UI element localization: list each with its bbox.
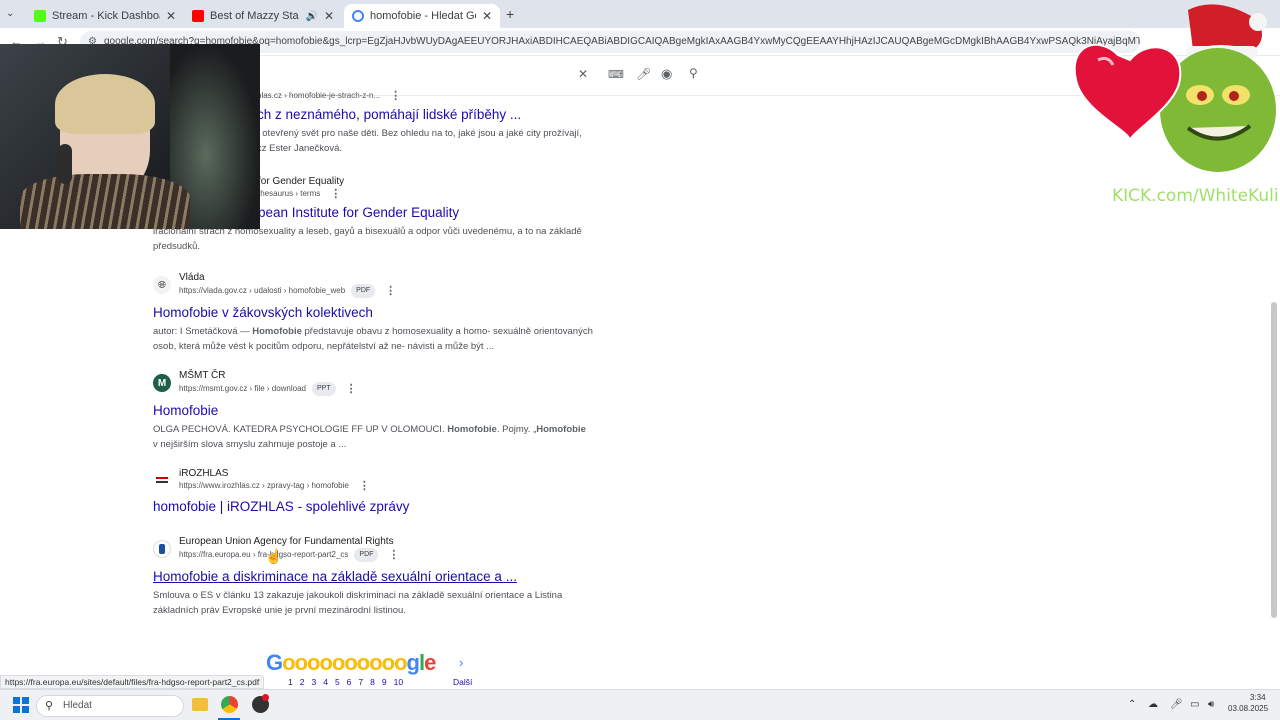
page-number[interactable]: 9 [382,677,387,687]
msmt-logo-icon: M [153,374,171,392]
file-type-badge: PDF [354,548,379,562]
page-number[interactable]: 6 [347,677,352,687]
clear-search-icon[interactable]: ✕ [578,67,588,81]
file-type-badge: PDF [351,284,376,298]
result-url: https://msmt.gov.cz › file › download [179,384,307,393]
result-url: https://fra.europa.eu › fra-hdgso-report… [179,550,349,559]
tab-search-dropdown-icon[interactable]: ⌄ [6,8,14,19]
microphone-icon[interactable]: 🎤︎ [1170,699,1183,710]
speaker-icon[interactable]: 🔊 [305,11,317,22]
page-number[interactable]: 4 [323,677,328,687]
search-icon[interactable]: ⚲ [689,66,698,80]
google-pagination-logo: Goooooooooogle [266,650,436,675]
result-title-link[interactable]: homofobie | iROZHLAS - spolehlivé zprávy [153,498,593,516]
clock-time[interactable]: 3:34 [1250,693,1266,702]
chrome-icon[interactable] [221,696,238,713]
result-source-name: iROZHLAS [179,468,229,479]
page-number: 1 [288,677,293,687]
result-url: https://www.irozhlas.cz › zpravy-tag › h… [179,481,349,490]
link-status-url: https://fra.europa.eu/sites/default/file… [0,675,265,689]
streamer-hair [55,74,155,134]
result-source-name: Vláda [179,272,205,283]
page-number[interactable]: 7 [358,677,363,687]
more-options-icon[interactable]: ⋮ [388,549,399,561]
result-url: https://vlada.gov.cz › udalosti › homofo… [179,286,346,295]
windows-start-icon[interactable] [13,697,29,713]
next-page-chevron-icon[interactable]: › [459,655,463,670]
result-url: thesaurus › terms [258,189,321,198]
lens-icon[interactable]: ◉ [661,66,672,82]
stream-decoration-overlay [1068,0,1280,215]
page-number[interactable]: 3 [311,677,316,687]
result-url: hlas.cz › homofobie-je-strach-z-n... [257,91,381,100]
clock-date[interactable]: 03.08.2025 [1228,704,1268,713]
search-result: European Union Agency for Fundamental Ri… [153,536,593,618]
taskbar-search-input[interactable]: ⚲ Hledat [36,695,184,717]
result-source-name: for Gender Equality [258,176,345,187]
irozhlas-logo-icon [153,471,171,489]
globe-icon: 🌐︎ [153,276,171,294]
close-tab-icon[interactable]: ✕ [166,9,176,23]
result-title-link[interactable]: Homofobie v žákovských kolektivech [153,304,593,322]
more-options-icon[interactable]: ⋮ [346,383,357,395]
onedrive-icon[interactable]: ☁ [1148,699,1158,710]
page-number[interactable]: 10 [394,677,403,687]
kick-channel-watermark: KICK.com/WhiteKuli [1112,186,1279,206]
result-snippet: Smlouva o ES v článku 13 zakazuje jakouk… [153,590,563,616]
page-number[interactable]: 5 [335,677,340,687]
google-favicon-icon [352,10,364,22]
fra-logo-icon [153,540,171,558]
more-options-icon[interactable]: ⋮ [330,188,341,200]
next-page-link[interactable]: Další [453,677,472,687]
kick-favicon-icon [34,10,46,22]
volume-icon[interactable]: 🔊︎ [1208,699,1214,710]
tab-mazzy-star[interactable]: Best of Mazzy Star All Time 🔊 ✕ [184,4,342,28]
search-result: M MŠMT ČR https://msmt.gov.cz › file › d… [153,370,593,452]
recording-badge-icon [262,694,269,701]
tray-chevron-icon[interactable]: ⌃ [1128,699,1136,710]
page-number[interactable]: 8 [370,677,375,687]
microphone-icon[interactable]: 🎤︎ [636,67,651,81]
windows-taskbar: ⚲ Hledat ⌃ ☁ 🎤︎ ▭ 🔊︎ 3:34 03.08.2025 [0,689,1280,720]
result-title-link[interactable]: Homofobie a diskriminace na základě sexu… [153,568,593,586]
youtube-favicon-icon [192,10,204,22]
file-type-badge: PPT [312,382,336,396]
file-explorer-icon[interactable] [192,698,208,711]
search-icon: ⚲ [45,700,54,712]
search-result: 🌐︎ Vláda https://vlada.gov.cz › udalosti… [153,272,593,354]
tab-google-search[interactable]: homofobie - Hledat Googlem ✕ [344,4,500,28]
streamer-shirt [20,174,190,229]
search-result: iROZHLAS https://www.irozhlas.cz › zprav… [153,468,593,516]
result-snippet: OLGA PECHOVÁ. KATEDRA PSYCHOLOGIE FF UP … [153,424,586,450]
grinch-heart-icon [1073,4,1276,172]
keyboard-icon[interactable]: ⌨ [608,68,624,81]
more-options-icon[interactable]: ⋮ [390,90,401,102]
mouse-cursor-icon: ☝ [265,548,283,564]
close-tab-icon[interactable]: ✕ [482,9,492,23]
scrollbar-thumb[interactable] [1271,302,1277,618]
network-icon[interactable]: ▭ [1190,699,1199,710]
page-numbers: 1 2 3 4 5 6 7 8 9 10 [288,677,403,687]
result-source-name: European Union Agency for Fundamental Ri… [179,536,394,547]
result-snippet: autor: I Smetáčková — Homofobie představ… [153,326,593,352]
result-title-link[interactable]: Homofobie [153,402,593,420]
webcam-overlay [0,44,260,229]
page-number[interactable]: 2 [300,677,305,687]
close-tab-icon[interactable]: ✕ [324,9,334,23]
result-source-name: MŠMT ČR [179,370,226,381]
new-tab-icon[interactable]: + [506,6,514,22]
more-options-icon[interactable]: ⋮ [385,285,396,297]
pagination: Goooooooooogle › 1 2 3 4 5 6 7 8 9 10 Da… [266,650,486,690]
tab-kick-dashboard[interactable]: Stream - Kick Dashboard ✕ [26,4,184,28]
more-options-icon[interactable]: ⋮ [359,480,370,492]
headset-icon [58,144,72,184]
